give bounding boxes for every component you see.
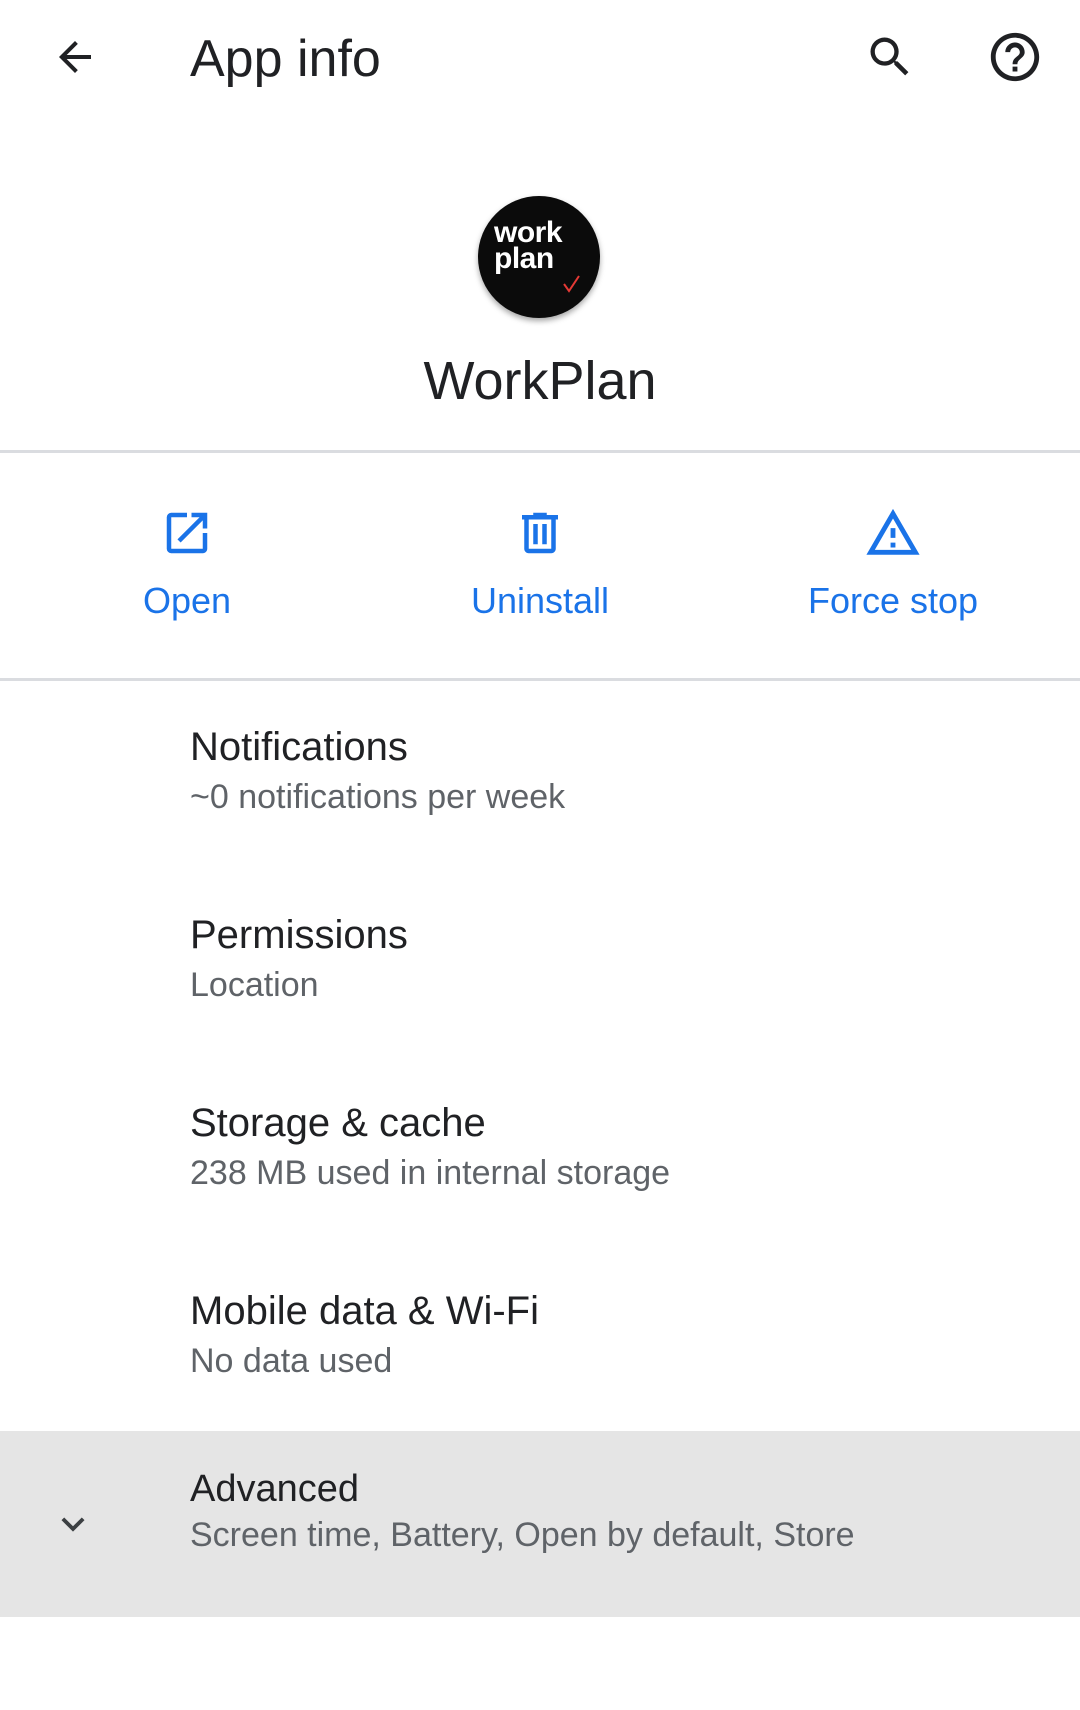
open-button[interactable]: Open <box>87 455 287 678</box>
uninstall-button-label: Uninstall <box>470 580 610 621</box>
app-icon-text-line2: plan <box>494 242 554 275</box>
item-summary: Location <box>190 966 319 1004</box>
divider <box>0 450 1080 453</box>
open-in-new-icon <box>166 512 208 554</box>
storage-cache-item[interactable]: Storage & cache 238 MB used in internal … <box>0 1059 1080 1247</box>
search-icon <box>870 37 909 76</box>
app-icon: work plan <box>478 196 600 318</box>
uninstall-button[interactable]: Uninstall <box>440 455 640 678</box>
checkmark-icon <box>563 275 580 293</box>
item-summary: 238 MB used in internal storage <box>190 1154 671 1192</box>
divider <box>0 678 1080 681</box>
chevron-down-icon <box>61 1517 85 1532</box>
top-app-bar: App info <box>0 0 1080 120</box>
mobile-data-wifi-item[interactable]: Mobile data & Wi-Fi No data used <box>0 1247 1080 1435</box>
permissions-item[interactable]: Permissions Location <box>0 871 1080 1059</box>
advanced-item[interactable]: Advanced Screen time, Battery, Open by d… <box>0 1431 1080 1617</box>
force-stop-button-label: Force stop <box>807 580 979 621</box>
help-button[interactable] <box>980 22 1050 92</box>
item-title: Permissions <box>190 913 408 957</box>
item-title: Notifications <box>190 725 408 769</box>
app-header: work plan WorkPlan <box>0 120 1080 450</box>
back-button[interactable] <box>40 22 110 92</box>
item-title: Storage & cache <box>190 1101 486 1145</box>
warning-icon <box>866 508 920 555</box>
item-summary: No data used <box>190 1342 393 1380</box>
item-title: Mobile data & Wi-Fi <box>190 1289 539 1333</box>
trash-icon <box>522 512 558 554</box>
item-title: Advanced <box>190 1468 360 1510</box>
notifications-item[interactable]: Notifications ~0 notifications per week <box>0 683 1080 871</box>
help-icon <box>990 32 1040 82</box>
arrow-back-icon <box>59 41 91 73</box>
item-summary: ~0 notifications per week <box>190 778 566 816</box>
app-name: WorkPlan <box>423 351 657 411</box>
force-stop-button[interactable]: Force stop <box>763 455 1023 678</box>
item-summary: Screen time, Battery, Open by default, S… <box>190 1516 855 1554</box>
page-title: App info <box>190 30 381 88</box>
search-button[interactable] <box>855 22 925 92</box>
action-bar: Open Uninstall Force stop <box>0 455 1080 678</box>
open-button-label: Open <box>142 580 232 621</box>
